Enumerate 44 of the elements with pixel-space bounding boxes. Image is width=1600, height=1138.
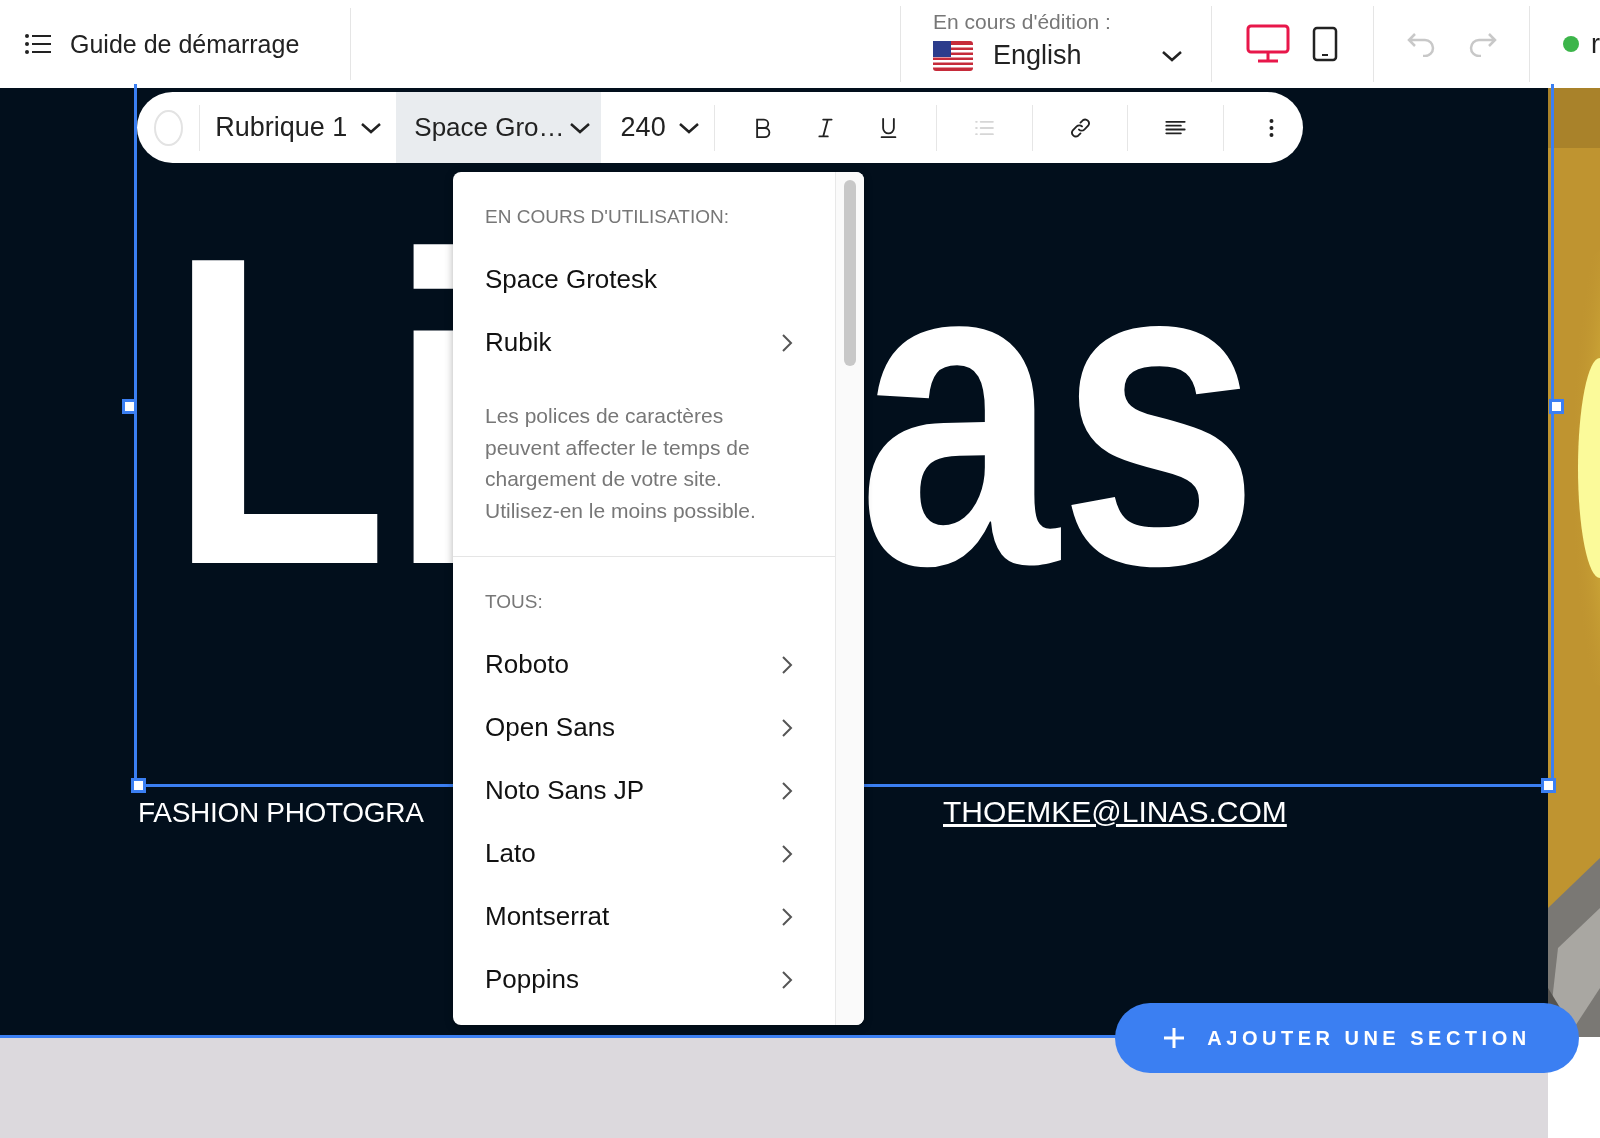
chevron-down-icon	[568, 120, 591, 135]
flag-icon	[933, 40, 973, 71]
resize-handle[interactable]	[131, 778, 146, 793]
font-option[interactable]: Roboto	[485, 633, 793, 696]
guide-label[interactable]: Guide de démarrage	[70, 29, 300, 59]
language-select[interactable]: English	[933, 40, 1211, 71]
resize-handle[interactable]	[1549, 399, 1564, 414]
font-option[interactable]: Space Grotesk	[485, 248, 793, 311]
resize-handle[interactable]	[122, 399, 137, 414]
section-heading: EN COURS D'UTILISATION:	[485, 206, 730, 228]
chevron-right-icon	[781, 332, 793, 353]
mobile-icon[interactable]	[1312, 26, 1338, 62]
chevron-down-icon	[1161, 48, 1183, 63]
chevron-down-icon	[360, 120, 383, 135]
add-section-button[interactable]: AJOUTER UNE SECTION	[1115, 1003, 1579, 1073]
chevron-right-icon	[781, 654, 793, 675]
font-option[interactable]: Lato	[485, 822, 793, 885]
font-select[interactable]: Space Gro…	[396, 92, 601, 163]
chevron-right-icon	[781, 843, 793, 864]
font-option[interactable]: Montserrat	[485, 885, 793, 948]
email-link[interactable]: THOEMKE@LINAS.COM	[943, 795, 1287, 829]
chevron-right-icon	[781, 717, 793, 738]
section-heading: TOUS:	[485, 591, 544, 613]
font-note: Les polices de caractères peuvent affecter le temps de chargement de votre site. Utilisez-en le moins possible.	[485, 403, 757, 524]
font-option[interactable]: Poppins	[485, 948, 793, 1011]
chevron-right-icon	[781, 969, 793, 990]
chevron-down-icon	[678, 120, 701, 135]
style-select[interactable]: Rubrique 1	[215, 92, 397, 163]
chevron-right-icon	[781, 780, 793, 801]
status-label: r	[1591, 28, 1600, 60]
color-swatch[interactable]	[154, 109, 183, 146]
status-dot-icon	[1563, 36, 1579, 52]
desktop-icon[interactable]	[1246, 24, 1290, 64]
scrollbar-thumb[interactable]	[844, 180, 856, 366]
resize-handle[interactable]	[1541, 778, 1556, 793]
hero-subtitle: FASHION PHOTOGRA	[138, 797, 424, 828]
font-option[interactable]: Noto Sans JP	[485, 759, 793, 822]
plus-icon	[1163, 1027, 1186, 1049]
editing-label: En cours d'édition :	[933, 10, 1112, 34]
font-option[interactable]: Rubik	[485, 311, 793, 374]
chevron-right-icon	[781, 906, 793, 927]
menu-icon[interactable]	[24, 33, 52, 55]
size-select[interactable]: 240	[600, 92, 715, 163]
font-option[interactable]: Open Sans	[485, 696, 793, 759]
